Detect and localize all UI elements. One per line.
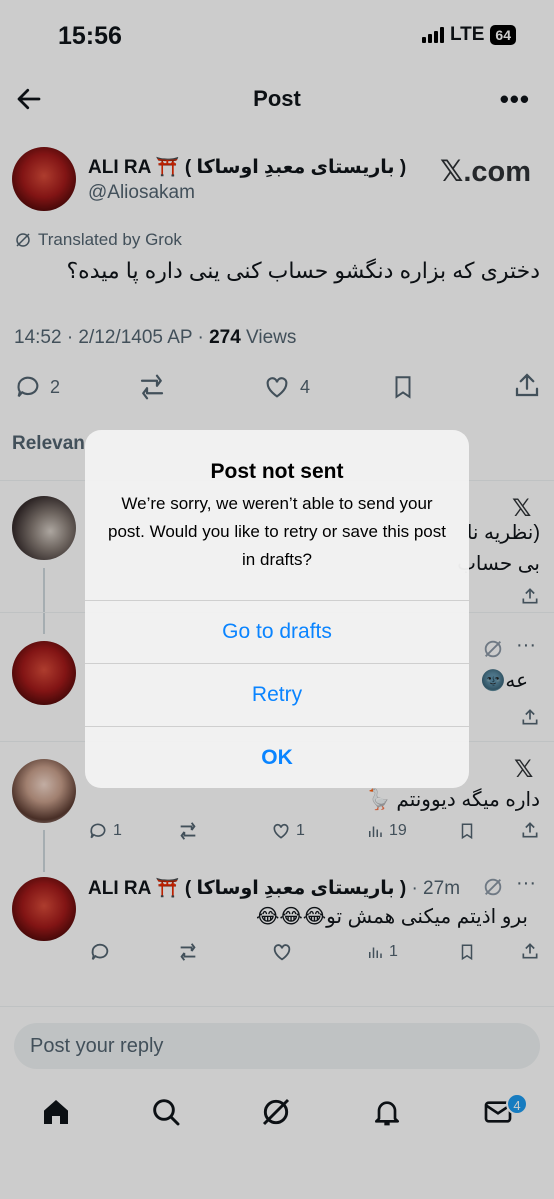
post-not-sent-dialog: Post not sent We’re sorry, we weren’t ab… <box>85 430 469 788</box>
go-to-drafts-button[interactable]: Go to drafts <box>85 600 469 662</box>
dialog-message: We’re sorry, we weren’t able to send you… <box>108 494 446 569</box>
retry-button[interactable]: Retry <box>85 663 469 725</box>
dialog-title: Post not sent <box>210 460 344 483</box>
ok-button[interactable]: OK <box>85 726 469 788</box>
